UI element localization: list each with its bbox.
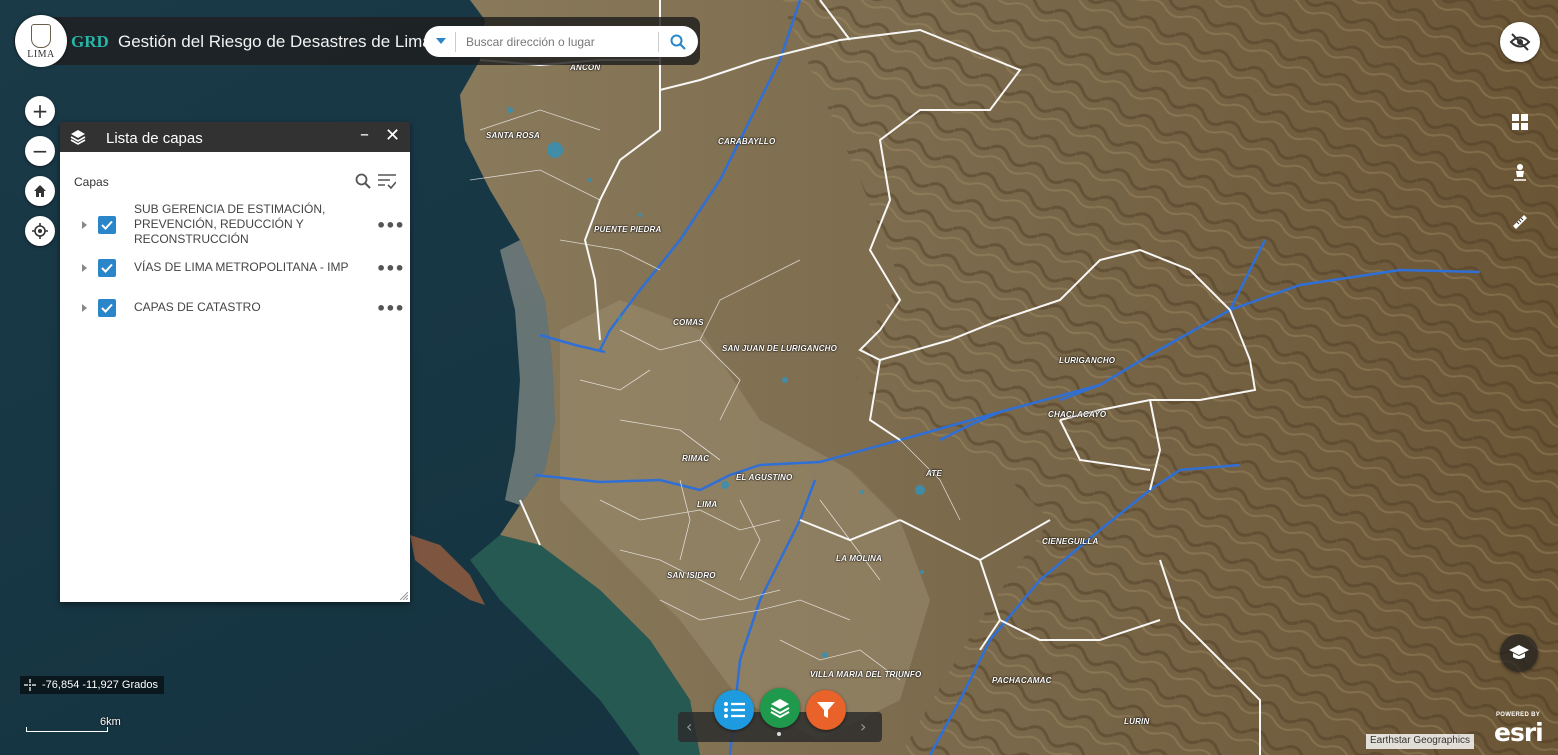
check-icon bbox=[101, 263, 113, 273]
search-separator bbox=[455, 32, 456, 52]
scale-bar: 6km bbox=[26, 716, 121, 732]
check-icon bbox=[101, 220, 113, 230]
locate-icon bbox=[32, 223, 48, 239]
grid-icon bbox=[1512, 114, 1528, 130]
street-view-button[interactable] bbox=[1505, 157, 1535, 187]
search-icon bbox=[670, 34, 686, 50]
resize-handle-icon[interactable] bbox=[400, 592, 408, 600]
layers-icon bbox=[70, 130, 86, 145]
layer-label: VÍAS DE LIMA METROPOLITANA - IMP bbox=[134, 260, 349, 274]
district-label: PACHACAMAC bbox=[992, 676, 1052, 685]
panel-header: Lista de capas – ✕ bbox=[60, 122, 410, 152]
district-label: PUENTE PIEDRA bbox=[594, 225, 662, 234]
layer-checkbox[interactable] bbox=[98, 216, 116, 234]
controller-next-button[interactable]: › bbox=[860, 717, 866, 736]
district-label: LURIGANCHO bbox=[1059, 356, 1116, 365]
district-label: CIENEGUILLA bbox=[1042, 537, 1099, 546]
district-label: LA MOLINA bbox=[836, 554, 882, 563]
list-icon bbox=[724, 702, 745, 718]
lima-crest-icon bbox=[31, 24, 51, 48]
education-tool-button[interactable] bbox=[1500, 634, 1538, 672]
district-label: SAN JUAN DE LURIGANCHO bbox=[722, 344, 838, 353]
search-box bbox=[424, 26, 698, 57]
measure-button[interactable] bbox=[1505, 207, 1535, 237]
expand-arrow-icon[interactable] bbox=[80, 264, 88, 272]
district-label: VILLA MARIA DEL TRIUNFO bbox=[810, 670, 922, 679]
graduation-cap-icon bbox=[1509, 645, 1529, 659]
search-separator bbox=[658, 32, 659, 52]
district-label: LURIN bbox=[1124, 717, 1150, 726]
map-attribution: Earthstar Geographics bbox=[1366, 734, 1475, 749]
layer-checkbox[interactable] bbox=[98, 299, 116, 317]
hide-ui-button[interactable] bbox=[1500, 22, 1540, 62]
page-indicator-dot bbox=[777, 732, 781, 736]
search-button[interactable] bbox=[664, 29, 692, 55]
logo-text: LIMA bbox=[27, 49, 55, 60]
search-input[interactable] bbox=[464, 31, 668, 53]
layer-item[interactable]: SUB GERENCIA DE ESTIMACIÓN, PREVENCIÓN, … bbox=[60, 202, 410, 248]
caret-down-icon bbox=[436, 38, 446, 44]
expand-arrow-icon[interactable] bbox=[80, 304, 88, 312]
controller-prev-button[interactable]: ‹ bbox=[686, 717, 692, 736]
coordinate-text: -76,854 -11,927 Grados bbox=[42, 679, 158, 691]
district-label: COMAS bbox=[673, 318, 704, 327]
brand-acronym: GRD bbox=[71, 32, 109, 51]
locate-button[interactable] bbox=[25, 216, 55, 246]
layer-options-button[interactable]: ••• bbox=[376, 216, 405, 235]
layers-section-label: Capas bbox=[74, 175, 109, 189]
layer-item[interactable]: CAPAS DE CATASTRO ••• bbox=[60, 298, 410, 320]
home-button[interactable] bbox=[25, 176, 55, 206]
district-label: RIMAC bbox=[682, 454, 710, 463]
zoom-out-button[interactable]: − bbox=[25, 136, 55, 166]
district-label: CHACLACAYO bbox=[1048, 410, 1107, 419]
layers-icon bbox=[770, 699, 790, 719]
esri-wordmark: esri bbox=[1494, 718, 1544, 747]
layer-search-button[interactable] bbox=[353, 171, 373, 191]
eye-off-icon bbox=[1509, 33, 1531, 51]
lima-logo: LIMA bbox=[15, 15, 67, 67]
layer-label: CAPAS DE CATASTRO bbox=[134, 300, 261, 314]
esri-logo: POWERED BY esri bbox=[1494, 712, 1554, 752]
person-icon bbox=[1514, 164, 1526, 181]
basemap-gallery-button[interactable] bbox=[1505, 107, 1535, 137]
panel-close-button[interactable]: ✕ bbox=[385, 125, 400, 146]
home-icon bbox=[34, 185, 46, 197]
district-label: ATE bbox=[926, 469, 943, 478]
zoom-in-button[interactable]: + bbox=[25, 96, 55, 126]
layer-options-button[interactable]: ••• bbox=[376, 259, 405, 278]
district-label: EL AGUSTINO bbox=[736, 473, 793, 482]
layer-options-button[interactable]: ••• bbox=[376, 299, 405, 318]
legend-widget-button[interactable] bbox=[714, 690, 754, 730]
filter-widget-button[interactable] bbox=[806, 690, 846, 730]
scale-label: 6km bbox=[100, 716, 121, 728]
panel-minimize-button[interactable]: – bbox=[360, 124, 369, 145]
ruler-icon bbox=[1513, 215, 1527, 229]
district-label: CARABAYLLO bbox=[718, 137, 776, 146]
coordinate-readout: -76,854 -11,927 Grados bbox=[20, 676, 164, 694]
search-source-dropdown[interactable] bbox=[428, 30, 454, 52]
layer-list-panel: Lista de capas – ✕ Capas SUB GERENCIA DE… bbox=[60, 122, 410, 602]
layer-filter-button[interactable] bbox=[377, 171, 397, 191]
layer-label: SUB GERENCIA DE ESTIMACIÓN, PREVENCIÓN, … bbox=[134, 202, 326, 246]
sort-filter-icon bbox=[378, 174, 396, 189]
layer-checkbox[interactable] bbox=[98, 259, 116, 277]
district-label: LIMA bbox=[697, 500, 718, 509]
filter-icon bbox=[817, 702, 835, 718]
search-icon bbox=[355, 173, 371, 189]
crosshair-icon[interactable] bbox=[22, 677, 38, 693]
panel-title: Lista de capas bbox=[106, 130, 203, 147]
district-label: SANTA ROSA bbox=[486, 131, 540, 140]
layers-widget-button[interactable] bbox=[760, 688, 800, 728]
expand-arrow-icon[interactable] bbox=[80, 221, 88, 229]
check-icon bbox=[101, 303, 113, 313]
app-title: Gestión del Riesgo de Desastres de Lima bbox=[118, 32, 432, 51]
scale-bar-line bbox=[26, 727, 108, 732]
district-label: SAN ISIDRO bbox=[667, 571, 716, 580]
layer-item[interactable]: VÍAS DE LIMA METROPOLITANA - IMP ••• bbox=[60, 258, 410, 280]
